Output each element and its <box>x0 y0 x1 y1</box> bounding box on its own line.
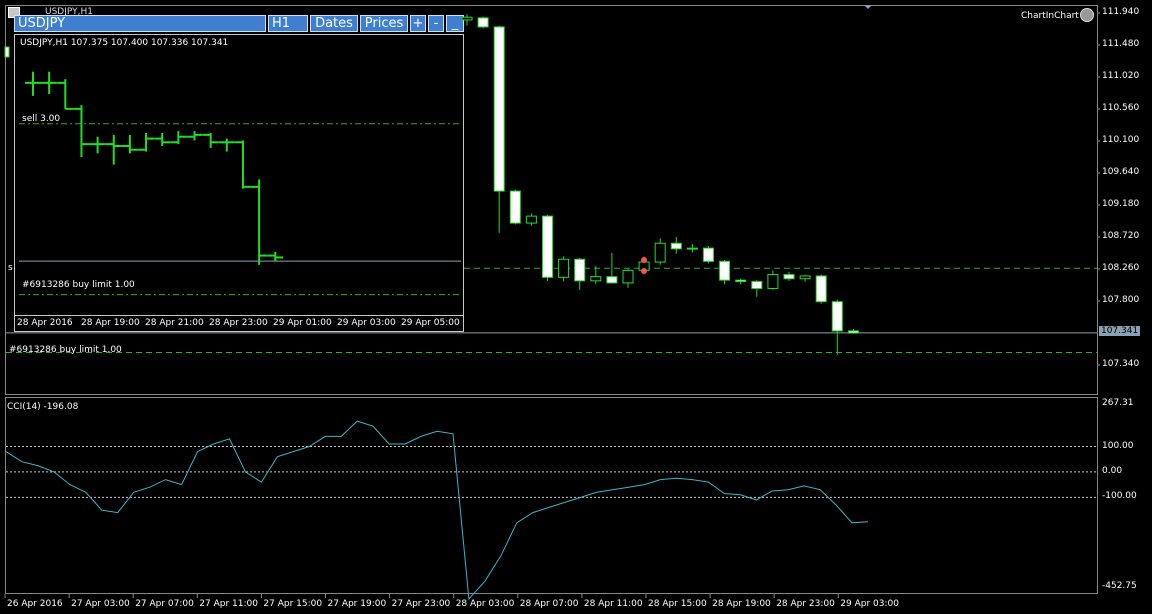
candle-body <box>461 16 473 21</box>
inset-time-axis-label: 28 Apr 23:00 <box>209 318 268 328</box>
price-axis-label: 109.640 <box>1102 167 1140 177</box>
candle-body <box>574 258 586 282</box>
inset-time-axis-label: 28 Apr 2016 <box>17 318 73 328</box>
time-axis-label: 27 Apr 03:00 <box>71 599 130 609</box>
time-axis-label: 27 Apr 15:00 <box>263 599 323 609</box>
time-axis-label: 28 Apr 03:00 <box>455 599 515 609</box>
price-axis-label: 109.180 <box>1102 199 1140 209</box>
pending-order-label: #6913286 buy limit 1.00 <box>9 345 122 355</box>
candle-body <box>509 190 521 224</box>
time-axis-label: 29 Apr 03:00 <box>840 599 899 609</box>
inset-price-chart <box>15 71 463 316</box>
candle-body <box>751 281 763 289</box>
inset-time-axis-label: 28 Apr 21:00 <box>145 318 204 328</box>
current-price-tag: 107.341 <box>1099 326 1141 336</box>
time-axis-label: 27 Apr 07:00 <box>135 599 194 609</box>
price-axis-label: 108.260 <box>1102 263 1140 273</box>
time-axis-label: 28 Apr 19:00 <box>712 599 771 609</box>
price-axis-label: 111.940 <box>1102 7 1140 17</box>
candle-body <box>799 275 811 280</box>
candle-body <box>525 215 537 224</box>
candle-body <box>542 215 553 278</box>
trade-arrow-icon <box>641 257 647 263</box>
inset-chart-window[interactable]: USDJPY,H1 107.375 107.400 107.336 107.34… <box>14 34 464 332</box>
inset-time-axis-label: 28 Apr 19:00 <box>81 318 140 328</box>
time-axis-label: 27 Apr 19:00 <box>327 599 387 609</box>
price-axis-label: 110.100 <box>1102 135 1140 145</box>
candle-body <box>670 242 682 250</box>
time-axis-label: 26 Apr 2016 <box>7 599 63 609</box>
inset-time-axis-label: 29 Apr 05:00 <box>401 318 460 328</box>
candle-body <box>847 330 859 334</box>
cci-axis-label: 267.31 <box>1102 398 1134 408</box>
candle-body <box>493 26 505 192</box>
price-axis-label: 111.480 <box>1102 39 1140 49</box>
time-axis-label: 28 Apr 07:00 <box>519 599 579 609</box>
inset-time-axis-label: 29 Apr 03:00 <box>337 318 396 328</box>
trade-arrow-icon <box>641 268 647 274</box>
candle-body <box>783 274 795 280</box>
price-axis-label: 107.800 <box>1102 295 1140 305</box>
candle-body <box>558 258 570 278</box>
time-axis-label: 28 Apr 23:00 <box>776 599 835 609</box>
candle-body <box>719 260 731 281</box>
candle-body <box>686 247 698 250</box>
candle-body <box>590 276 602 282</box>
clipped-order-label: s <box>8 263 13 273</box>
time-axis-label: 28 Apr 15:00 <box>648 599 707 609</box>
indicator-header: CCI(14) -196.08 <box>7 402 79 412</box>
scroll-marker-icon <box>864 5 872 9</box>
time-axis-label: 27 Apr 23:00 <box>391 599 451 609</box>
time-axis-label: 28 Apr 11:00 <box>583 599 643 609</box>
candle-body <box>622 269 634 284</box>
indicator-plot-frame <box>5 397 1098 594</box>
candle-body <box>767 274 779 289</box>
cci-axis-label: -452.75 <box>1102 581 1137 591</box>
cci-axis-label: -100.00 <box>1102 491 1137 502</box>
cci-axis-label: 0.00 <box>1102 465 1123 476</box>
price-axis-label: 111.020 <box>1102 71 1140 81</box>
cci-axis-label: 100.00 <box>1102 440 1134 451</box>
candle-body <box>4 46 10 58</box>
candle-body <box>703 247 714 262</box>
candle-body <box>831 301 843 332</box>
candle-body <box>606 276 618 284</box>
price-axis-label: 108.720 <box>1102 231 1140 241</box>
time-axis-label: 27 Apr 11:00 <box>199 599 258 609</box>
inset-time-axis-label: 29 Apr 01:00 <box>273 318 332 328</box>
cci-line <box>5 420 869 601</box>
candle-body <box>735 279 747 283</box>
candle-body <box>654 242 666 263</box>
price-axis-label: 107.340 <box>1102 359 1140 369</box>
candle-body <box>477 17 489 28</box>
price-axis-label: 110.560 <box>1102 103 1140 113</box>
candle-body <box>815 275 827 303</box>
